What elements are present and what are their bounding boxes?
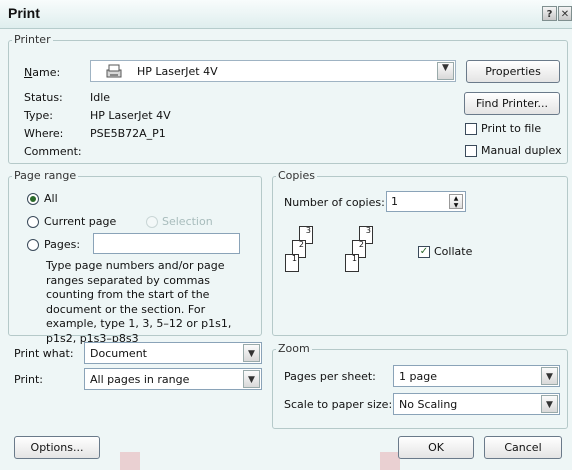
scale-to-paper-size-value: No Scaling bbox=[399, 398, 458, 411]
scale-to-paper-size-label: Scale to paper size: bbox=[284, 398, 393, 411]
all-radio[interactable] bbox=[27, 193, 39, 205]
collate-page: 1 bbox=[345, 254, 359, 272]
watermark-mark bbox=[120, 452, 140, 470]
spinner-arrows-icon[interactable]: ▲ ▼ bbox=[449, 194, 463, 209]
collate-page: 1 bbox=[285, 254, 299, 272]
print-to-file-checkbox[interactable] bbox=[465, 123, 477, 135]
selection-radio[interactable] bbox=[146, 216, 158, 228]
all-label: All bbox=[44, 192, 58, 205]
help-button[interactable]: ? bbox=[542, 6, 557, 21]
printer-group-label: Printer bbox=[12, 33, 53, 46]
chevron-down-icon[interactable]: ▼ bbox=[541, 395, 558, 413]
where-value: PSE5B72A_P1 bbox=[90, 127, 166, 140]
name-label: Name: bbox=[24, 66, 61, 79]
status-label: Status: bbox=[24, 91, 63, 104]
print-value: All pages in range bbox=[90, 373, 190, 386]
printer-name-select[interactable]: HP LaserJet 4V ▼ bbox=[90, 60, 456, 82]
page-range-group-label: Page range bbox=[12, 169, 79, 182]
chevron-down-icon[interactable]: ▼ bbox=[243, 370, 260, 388]
properties-button[interactable]: Properties bbox=[466, 60, 560, 83]
print-what-value: Document bbox=[90, 347, 147, 360]
status-value: Idle bbox=[90, 91, 111, 104]
collate-stack-right: 3 2 1 bbox=[345, 220, 385, 278]
collate-stack-left: 3 2 1 bbox=[285, 220, 325, 278]
scale-to-paper-size-select[interactable]: No Scaling ▼ bbox=[393, 393, 560, 415]
type-value: HP LaserJet 4V bbox=[90, 109, 171, 122]
selection-label: Selection bbox=[162, 215, 213, 228]
zoom-group-label: Zoom bbox=[276, 342, 312, 355]
collate-checkbox[interactable]: ✓ bbox=[418, 246, 430, 258]
find-printer-button[interactable]: Find Printer... bbox=[464, 92, 560, 115]
watermark-mark bbox=[380, 452, 400, 470]
printer-name-value: HP LaserJet 4V bbox=[137, 65, 218, 78]
print-what-select[interactable]: Document ▼ bbox=[84, 342, 262, 364]
ok-button[interactable]: OK bbox=[398, 436, 474, 459]
cancel-button[interactable]: Cancel bbox=[484, 436, 562, 459]
pages-label: Pages: bbox=[44, 238, 81, 251]
print-what-label: Print what: bbox=[14, 347, 74, 360]
chevron-down-icon[interactable]: ▼ bbox=[541, 367, 558, 385]
title-bar bbox=[0, 0, 572, 29]
manual-duplex-label: Manual duplex bbox=[481, 144, 562, 157]
dialog-title: Print bbox=[8, 5, 40, 21]
current-page-radio[interactable] bbox=[27, 216, 39, 228]
page-range-help-text: Type page numbers and/or page ranges sep… bbox=[46, 259, 232, 345]
chevron-down-icon[interactable]: ▼ bbox=[437, 62, 454, 80]
number-of-copies-label: Number of copies: bbox=[284, 196, 385, 209]
collate-label: Collate bbox=[434, 245, 473, 258]
zoom-group bbox=[272, 349, 568, 429]
number-of-copies-input[interactable]: 1 ▲ ▼ bbox=[386, 191, 466, 212]
chevron-down-icon[interactable]: ▼ bbox=[243, 344, 260, 362]
type-label: Type: bbox=[24, 109, 53, 122]
print-to-file-label: Print to file bbox=[481, 122, 542, 135]
comment-label: Comment: bbox=[24, 145, 82, 158]
pages-per-sheet-label: Pages per sheet: bbox=[284, 370, 376, 383]
pages-input[interactable] bbox=[93, 233, 240, 254]
copies-group-label: Copies bbox=[276, 169, 317, 182]
pages-radio[interactable] bbox=[27, 239, 39, 251]
print-label: Print: bbox=[14, 373, 44, 386]
close-button[interactable]: ✕ bbox=[558, 6, 572, 21]
pages-per-sheet-select[interactable]: 1 page ▼ bbox=[393, 365, 560, 387]
printer-icon bbox=[105, 63, 123, 79]
pages-per-sheet-value: 1 page bbox=[399, 370, 437, 383]
number-of-copies-value: 1 bbox=[391, 195, 398, 208]
current-page-label: Current page bbox=[44, 215, 117, 228]
manual-duplex-checkbox[interactable] bbox=[465, 145, 477, 157]
where-label: Where: bbox=[24, 127, 64, 140]
print-select[interactable]: All pages in range ▼ bbox=[84, 368, 262, 390]
options-button[interactable]: Options... bbox=[14, 436, 100, 459]
